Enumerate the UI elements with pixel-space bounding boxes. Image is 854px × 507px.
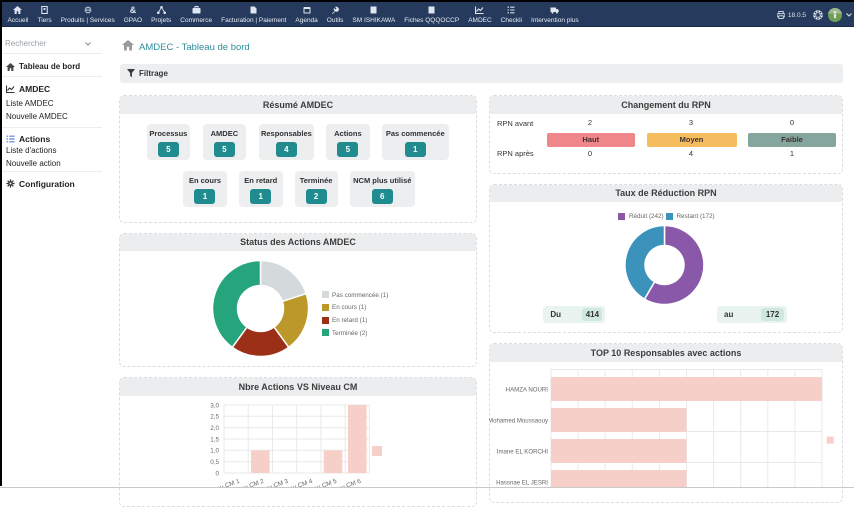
svg-text:2,0: 2,0 [210, 425, 219, 432]
svg-text:0: 0 [215, 470, 219, 477]
svg-text:2,5: 2,5 [210, 414, 219, 421]
svg-text:HAMZA NOURI: HAMZA NOURI [506, 386, 549, 393]
svg-text:0,5: 0,5 [210, 459, 219, 466]
svg-text:Mohamed Moussaouy: Mohamed Moussaouy [489, 417, 549, 424]
svg-text:3,0: 3,0 [210, 402, 219, 409]
svg-text:1,0: 1,0 [210, 448, 219, 455]
svg-text:&: & [130, 6, 137, 14]
svg-text:1,5: 1,5 [210, 436, 219, 443]
svg-text:Imane EL KORCHI: Imane EL KORCHI [497, 448, 549, 455]
svg-text:Hassnae EL JESRI: Hassnae EL JESRI [496, 479, 548, 486]
